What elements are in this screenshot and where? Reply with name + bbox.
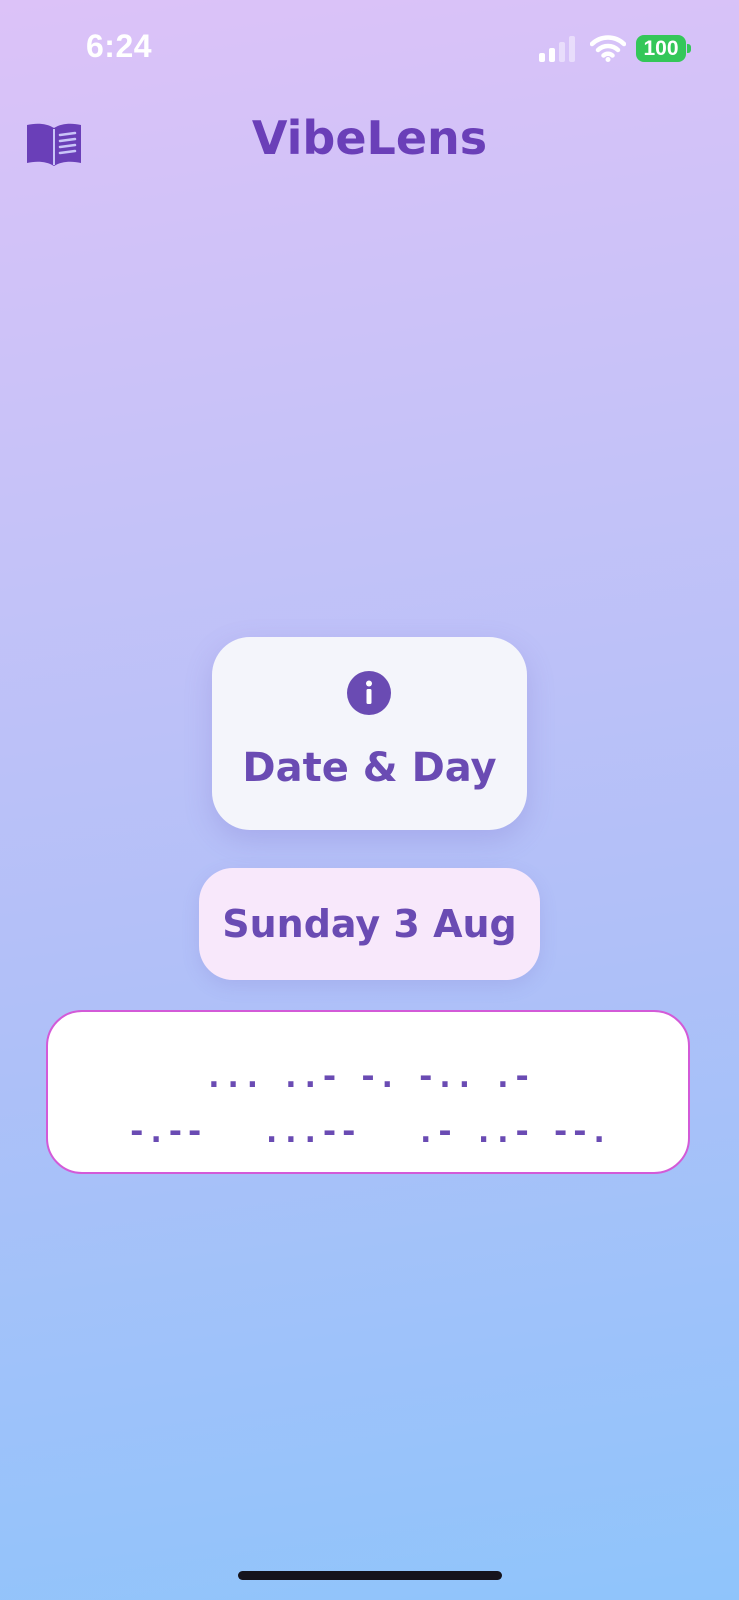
date-value-text: Sunday 3 Aug (222, 902, 517, 946)
morse-line: -.-- ...-- .- ..- --. (127, 1112, 609, 1150)
category-label: Date & Day (242, 745, 497, 791)
status-time: 6:24 (86, 28, 153, 64)
morse-output-box: ... ..- -. -.. .- -.-- ...-- .- ..- --. (46, 1010, 690, 1174)
date-value-pill[interactable]: Sunday 3 Aug (199, 868, 540, 980)
category-card[interactable]: Date & Day (212, 637, 527, 830)
signal-icon (539, 36, 575, 62)
status-bar: 6:24 100 (0, 0, 739, 100)
battery-tip (687, 44, 691, 53)
battery-icon: 100 (636, 35, 686, 62)
battery-level: 100 (643, 37, 679, 60)
info-icon (347, 671, 391, 715)
home-indicator[interactable] (238, 1571, 502, 1580)
morse-line: ... ..- -. -.. .- (204, 1057, 532, 1095)
app-title: VibeLens (251, 111, 488, 165)
wifi-icon (590, 35, 626, 62)
